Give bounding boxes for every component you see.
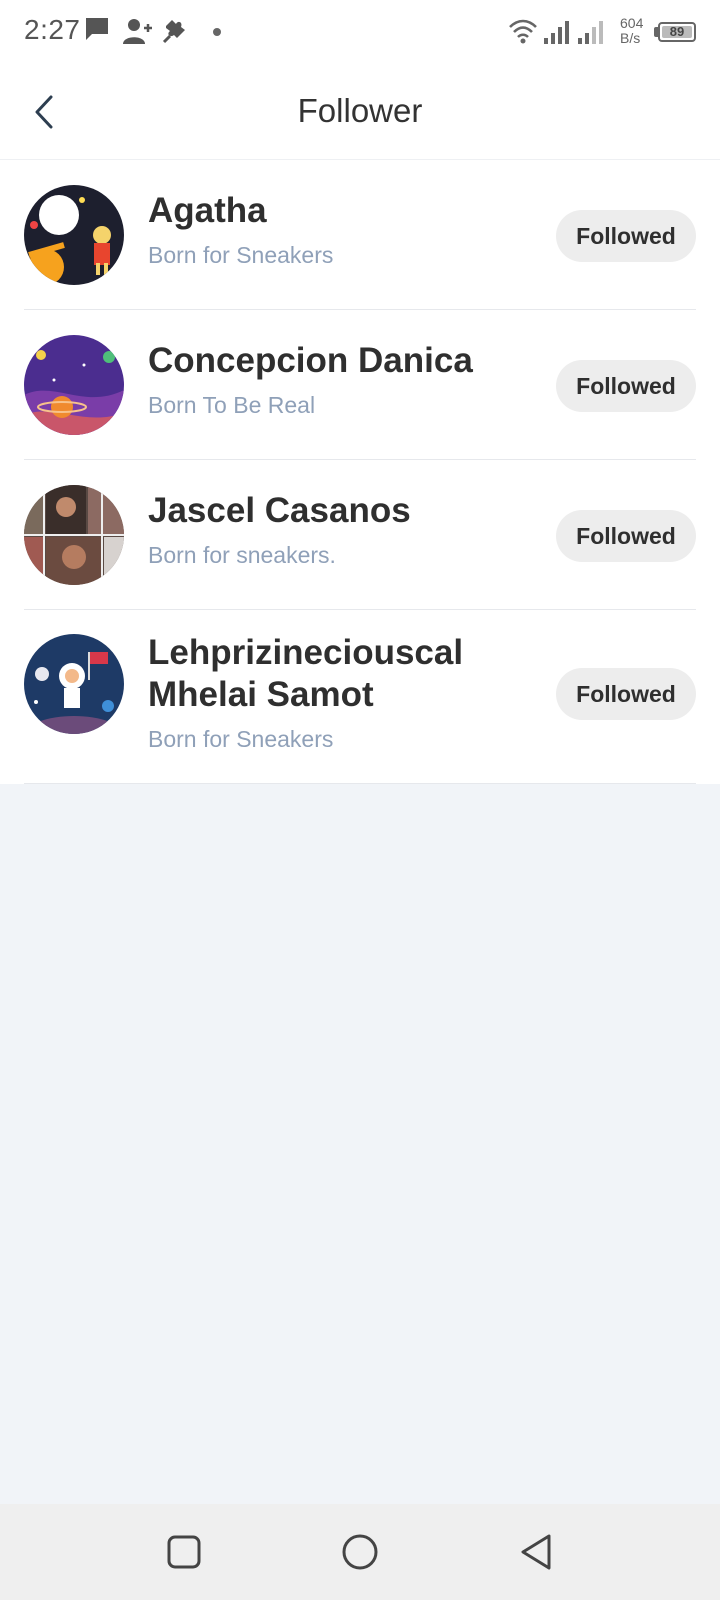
header: Follower — [0, 64, 720, 160]
followed-button[interactable]: Followed — [556, 510, 696, 562]
follower-name: Lehprizineciouscal Mhelai Samot — [148, 633, 464, 714]
message-icon — [86, 18, 108, 40]
follower-bio: Born for Sneakers — [148, 726, 334, 752]
recent-apps-icon — [167, 1535, 201, 1569]
system-nav-bar — [0, 1504, 720, 1600]
avatar[interactable] — [24, 185, 124, 285]
avatar-image — [24, 335, 124, 435]
recent-apps-button[interactable] — [160, 1528, 208, 1576]
follower-bio: Born To Be Real — [148, 392, 316, 418]
avatar[interactable] — [24, 485, 124, 585]
nav-back-button[interactable] — [512, 1528, 560, 1576]
signal-weak-icon — [578, 21, 603, 44]
net-speed-value: 604 — [620, 15, 644, 31]
net-speed: 604 B/s — [620, 16, 650, 46]
followed-button[interactable]: Followed — [556, 210, 696, 262]
avatar-image — [24, 485, 124, 585]
follower-row[interactable]: Agatha Born for Sneakers Followed — [24, 160, 696, 310]
notification-dot-icon — [213, 28, 221, 36]
puzzle-icon — [162, 20, 185, 44]
follower-list: Agatha Born for Sneakers Followed Concep… — [0, 160, 720, 784]
followed-button[interactable]: Followed — [556, 360, 696, 412]
page-title: Follower — [297, 92, 423, 129]
home-icon — [342, 1534, 378, 1570]
battery-icon: 89 — [658, 22, 696, 42]
status-time: 2:27 — [24, 14, 81, 45]
follower-bio: Born for Sneakers — [148, 242, 334, 268]
avatar-image — [24, 634, 124, 734]
battery-level: 89 — [662, 25, 692, 38]
avatar[interactable] — [24, 634, 124, 734]
net-speed-unit: B/s — [620, 30, 641, 46]
home-button[interactable] — [336, 1528, 384, 1576]
status-bar: 2:27 604 B/s 89 — [0, 0, 720, 64]
follower-bio: Born for sneakers. — [148, 542, 336, 568]
follower-name: Jascel Casanos — [148, 491, 411, 530]
follower-row[interactable]: Lehprizineciouscal Mhelai Samot Born for… — [24, 610, 696, 784]
add-contact-icon — [123, 19, 152, 44]
follower-row[interactable]: Concepcion Danica Born To Be Real Follow… — [24, 310, 696, 460]
wifi-icon — [509, 19, 537, 44]
back-icon — [521, 1534, 551, 1570]
follower-name: Agatha — [148, 191, 267, 230]
follower-name: Concepcion Danica — [148, 341, 473, 380]
signal-icon — [544, 21, 569, 44]
follower-row[interactable]: Jascel Casanos Born for sneakers. Follow… — [24, 460, 696, 610]
followed-button[interactable]: Followed — [556, 668, 696, 720]
avatar-image — [24, 185, 124, 285]
avatar[interactable] — [24, 335, 124, 435]
